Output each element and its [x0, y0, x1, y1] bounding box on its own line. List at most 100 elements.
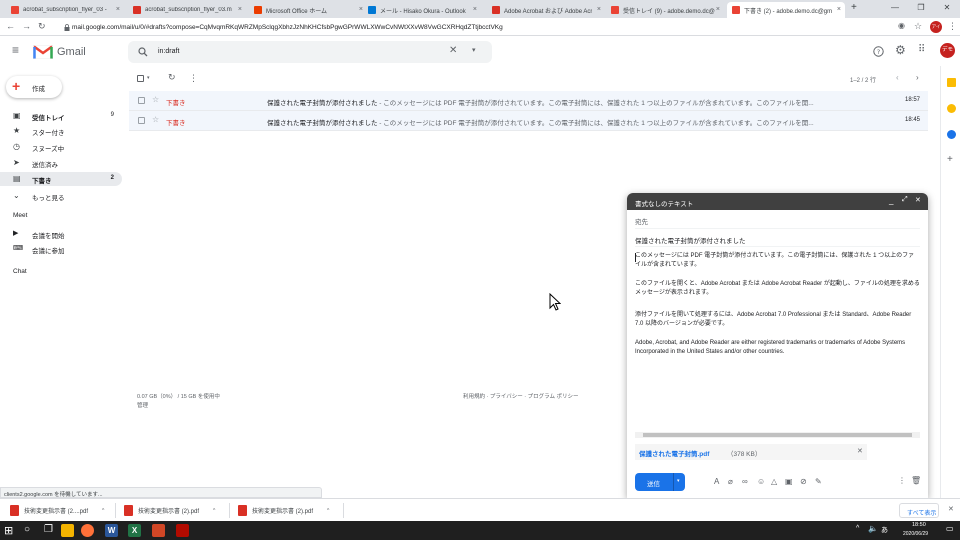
windows-start-icon[interactable]: ⊞: [4, 524, 13, 537]
clear-search-icon[interactable]: ✕: [449, 45, 457, 56]
more-actions-icon[interactable]: ⋮: [189, 73, 198, 84]
manage-storage-link[interactable]: 管理: [137, 401, 148, 409]
next-page-icon[interactable]: ›: [916, 73, 919, 82]
body-paragraph-4[interactable]: Adobe, Acrobat, and Adobe Reader are eit…: [635, 339, 920, 357]
close-tab-icon[interactable]: ×: [597, 6, 601, 13]
sidebar-item[interactable]: ▤ 下書き 2: [0, 172, 122, 186]
url-field[interactable]: mail.google.com/mail/u/0/#drafts?compose…: [62, 21, 882, 34]
search-taskbar-icon[interactable]: ○: [24, 524, 30, 535]
meet-item[interactable]: ▶ 会議を開始: [0, 227, 122, 241]
browser-tab[interactable]: Microsoft Office ホーム ×: [249, 2, 367, 18]
compose-button[interactable]: + 作成: [6, 76, 62, 98]
close-window-icon[interactable]: ✕: [934, 0, 960, 18]
footer-links[interactable]: 利用規約 · プライバシー · プログラム ポリシー: [463, 392, 579, 400]
sidebar-item[interactable]: ◷ スヌーズ中: [0, 140, 122, 154]
signature-icon[interactable]: ✎: [815, 477, 822, 486]
new-tab-button[interactable]: +: [851, 2, 857, 13]
star-icon[interactable]: ☆: [152, 115, 159, 124]
powerpoint-icon[interactable]: [152, 524, 165, 537]
body-paragraph-3[interactable]: 添付ファイルを開いて処理するには、Adobe Acrobat 7.0 Profe…: [635, 311, 920, 329]
download-item[interactable]: 技術変更指示書 (2).pdf ^: [124, 503, 215, 518]
attach-file-icon[interactable]: ⌀: [728, 477, 733, 486]
explorer-icon[interactable]: [61, 524, 74, 537]
browser-tab[interactable]: メール - Hisako Okura - Outlook ×: [363, 2, 481, 18]
ime-indicator[interactable]: あ: [881, 525, 888, 535]
emoji-icon[interactable]: ☺: [757, 477, 765, 486]
tray-chevron-icon[interactable]: ^: [856, 525, 859, 532]
attachment-chip[interactable]: 保護された電子封筒.pdf （378 KB） ✕: [635, 444, 867, 460]
download-options-icon[interactable]: ^: [213, 508, 215, 514]
search-options-icon[interactable]: ▾: [472, 46, 476, 54]
apps-grid-icon[interactable]: ⠿: [918, 44, 925, 55]
download-options-icon[interactable]: ^: [102, 508, 104, 514]
back-icon[interactable]: ←: [6, 21, 15, 31]
minimize-icon[interactable]: —: [882, 0, 908, 18]
chrome-taskbar-icon[interactable]: [178, 524, 191, 537]
confidential-icon[interactable]: ⊘: [800, 477, 807, 486]
body-paragraph-2[interactable]: このファイルを開くと、Adobe Acrobat または Adobe Acrob…: [635, 280, 920, 298]
download-item[interactable]: 技術変更指示書 (2....pdf ^: [10, 503, 104, 518]
close-tab-icon[interactable]: ×: [473, 6, 477, 13]
attachment-name[interactable]: 保護された電子封筒.pdf: [639, 448, 709, 458]
excel-icon[interactable]: X: [128, 524, 141, 537]
email-row[interactable]: ☆ 下書き 保護された電子封筒が添付されました - このメッセージには PDF 電子…: [129, 91, 928, 111]
more-options-icon[interactable]: ⋮: [898, 476, 906, 485]
fullscreen-compose-icon[interactable]: ⤢: [902, 196, 908, 204]
close-tab-icon[interactable]: ×: [837, 6, 841, 13]
select-dropdown-icon[interactable]: ▾: [147, 75, 150, 81]
restore-icon[interactable]: ❐: [908, 0, 934, 18]
search-box[interactable]: in:draft ✕ ▾: [128, 41, 492, 63]
bookmark-star-icon[interactable]: ☆: [914, 21, 922, 32]
compose-header[interactable]: 書式なしのテキスト _ ⤢ ✕: [627, 193, 928, 210]
download-item[interactable]: 技術変更指示書 (2).pdf ^: [238, 503, 329, 518]
browser-tab[interactable]: 下書き (2) - adobe.demo.dc@gm ×: [727, 2, 845, 18]
notifications-icon[interactable]: ▭: [946, 524, 954, 533]
reload-icon[interactable]: ↻: [38, 21, 46, 32]
sidebar-item[interactable]: ★ スター付き: [0, 124, 122, 138]
browser-tab[interactable]: acrobat_subscription_flyer_03 - ×: [6, 2, 124, 18]
browser-tab[interactable]: acrobat_subscription_flyer_03.m ×: [128, 2, 246, 18]
firefox-icon[interactable]: [81, 524, 94, 537]
account-avatar[interactable]: デモ: [940, 43, 955, 58]
select-all-checkbox[interactable]: [137, 75, 144, 82]
email-row[interactable]: ☆ 下書き 保護された電子封筒が添付されました - このメッセージには PDF 電子…: [129, 111, 928, 131]
sidebar-item[interactable]: ▣ 受信トレイ 9: [0, 109, 122, 123]
clock-time[interactable]: 18:50: [912, 522, 926, 528]
subject-field[interactable]: 保護された電子封筒が添付されました: [635, 235, 746, 245]
forward-icon[interactable]: →: [22, 21, 31, 31]
horizontal-scrollbar[interactable]: [635, 432, 920, 438]
star-icon[interactable]: ☆: [152, 95, 159, 104]
clock-date[interactable]: 2020/06/29: [903, 531, 928, 537]
send-button[interactable]: 送信 ▾: [635, 473, 685, 491]
show-all-downloads-button[interactable]: すべて表示: [899, 503, 939, 518]
close-tab-icon[interactable]: ×: [238, 6, 242, 13]
gmail-logo-icon[interactable]: [33, 45, 53, 59]
close-tab-icon[interactable]: ×: [716, 6, 720, 13]
discard-draft-icon[interactable]: 🗑: [911, 476, 921, 485]
row-checkbox[interactable]: [138, 97, 145, 104]
search-icon[interactable]: [138, 47, 148, 57]
task-view-icon[interactable]: ❐: [44, 524, 53, 535]
help-icon[interactable]: ?: [873, 46, 884, 57]
browser-tab[interactable]: 受信トレイ (9) - adobe.demo.dc@ ×: [606, 2, 724, 18]
minimize-compose-icon[interactable]: _: [889, 196, 893, 205]
download-options-icon[interactable]: ^: [327, 508, 329, 514]
view-icon[interactable]: ◉: [898, 21, 905, 30]
main-menu-icon[interactable]: ≡: [12, 43, 19, 57]
tasks-icon[interactable]: [947, 130, 956, 139]
profile-avatar[interactable]: アイ: [930, 21, 942, 33]
refresh-icon[interactable]: ↻: [168, 72, 176, 83]
keep-icon[interactable]: [947, 104, 956, 113]
to-row[interactable]: 宛先: [635, 213, 920, 229]
photo-icon[interactable]: ▣: [785, 477, 793, 486]
format-text-icon[interactable]: A: [714, 477, 719, 486]
prev-page-icon[interactable]: ‹: [896, 73, 899, 82]
body-paragraph-1[interactable]: このメッセージには PDF 電子封筒が添付されています。この電子封筒には、保護さ…: [635, 252, 920, 270]
schedule-send-icon[interactable]: ▾: [677, 478, 680, 484]
close-compose-icon[interactable]: ✕: [915, 196, 921, 204]
word-icon[interactable]: W: [105, 524, 118, 537]
row-checkbox[interactable]: [138, 117, 145, 124]
subject-row[interactable]: 保護された電子封筒が添付されました: [635, 231, 920, 247]
meet-item[interactable]: ⌨ 会議に参加: [0, 242, 122, 256]
speaker-icon[interactable]: 🔈: [868, 524, 878, 533]
